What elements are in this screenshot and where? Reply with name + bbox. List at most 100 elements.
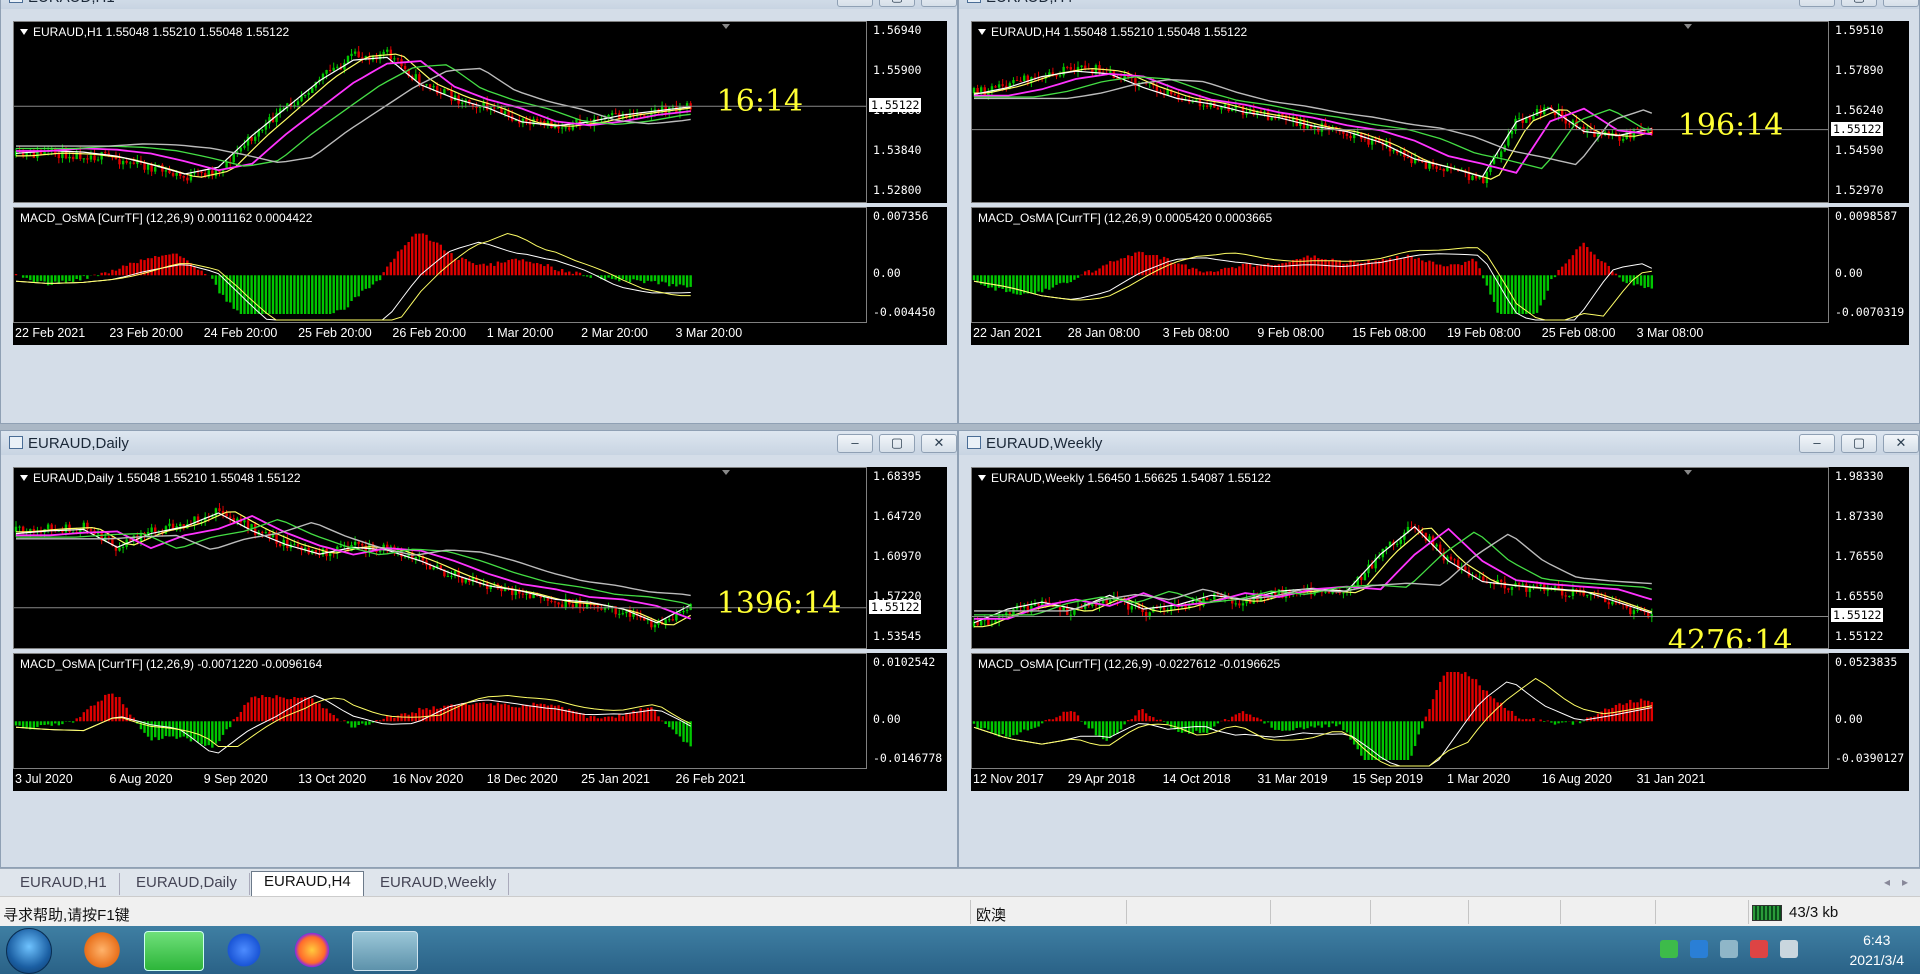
collapse-triangle-icon[interactable] [20, 29, 28, 35]
candle [1618, 598, 1621, 605]
candle [1144, 609, 1148, 622]
window-titlebar[interactable]: EURAUD,H4 – ▢ ✕ [959, 0, 1919, 9]
window-titlebar[interactable]: EURAUD,Weekly – ▢ ✕ [959, 431, 1919, 455]
price-chart[interactable]: EURAUD,Weekly 1.56450 1.56625 1.54087 1.… [971, 467, 1829, 649]
macd-axis[interactable]: 0.007356 0.00 -0.004450 [867, 207, 947, 323]
minimize-button[interactable]: – [837, 434, 873, 453]
maximize-button[interactable]: ▢ [1841, 434, 1877, 453]
start-button-icon[interactable] [6, 928, 52, 974]
macd-bar [296, 275, 300, 314]
tab-euraud-daily[interactable]: EURAUD,Daily [124, 873, 250, 895]
maximize-button[interactable]: ▢ [1841, 0, 1877, 7]
macd-bar [1252, 266, 1255, 276]
time-axis-label: 19 Feb 08:00 [1447, 326, 1521, 340]
macd-bar [161, 721, 164, 739]
time-axis[interactable]: 22 Jan 2021 28 Jan 08:00 3 Feb 08:00 9 Feb … [971, 323, 1909, 345]
macd-indicator-window[interactable]: MACD_OsMA [CurrTF] (12,26,9) 0.0011162 0… [13, 207, 867, 323]
close-button[interactable]: ✕ [921, 0, 957, 7]
macd-bar [1094, 721, 1098, 736]
time-axis[interactable]: 22 Feb 2021 23 Feb 20:00 24 Feb 20:00 25 Fe… [13, 323, 947, 345]
macd-indicator-window[interactable]: MACD_OsMA [CurrTF] (12,26,9) -0.0071220 … [13, 653, 867, 769]
candle [1295, 115, 1298, 127]
tab-euraud-weekly[interactable]: EURAUD,Weekly [368, 873, 510, 895]
macd-bar [1037, 275, 1040, 292]
macd-bar [518, 260, 521, 276]
price-chart[interactable]: EURAUD,H1 1.55048 1.55210 1.55048 1.5512… [13, 21, 867, 203]
macd-bar [1284, 262, 1288, 276]
macd-indicator-window[interactable]: MACD_OsMA [CurrTF] (12,26,9) -0.0227612 … [971, 653, 1829, 769]
collapse-triangle-icon[interactable] [978, 475, 986, 481]
macd-axis[interactable]: 0.0098587 0.00 -0.0070319 [1829, 207, 1909, 323]
macd-axis[interactable]: 0.0523835 0.00 -0.0390127 [1829, 653, 1909, 769]
window-titlebar[interactable]: EURAUD,H1 – ▢ ✕ [1, 0, 957, 9]
candle [1510, 586, 1514, 596]
macd-bar [1575, 720, 1578, 722]
tab-scroll-right-icon[interactable]: ▸ [1902, 875, 1908, 889]
macd-bar [503, 703, 507, 722]
candle [1568, 595, 1571, 598]
macd-bar [378, 720, 382, 722]
signal-tray-icon[interactable] [1780, 940, 1798, 958]
time-axis[interactable]: 12 Nov 2017 29 Apr 2018 14 Oct 2018 31 Mar … [971, 769, 1909, 791]
price-axis[interactable]: 1.59510 1.57890 1.56240 1.54590 1.52970 1.551… [1829, 21, 1909, 203]
macd-bar [1625, 275, 1628, 284]
wechat-tray-icon[interactable] [1660, 940, 1678, 958]
macd-bar [321, 708, 325, 722]
minimize-button[interactable]: – [837, 0, 873, 7]
network-tray-icon[interactable] [1720, 940, 1738, 958]
macd-bar [1639, 275, 1643, 286]
tab-euraud-h4[interactable]: EURAUD,H4 [251, 871, 364, 897]
close-button[interactable]: ✕ [1883, 0, 1919, 7]
macd-axis[interactable]: 0.0102542 0.00 -0.0146778 [867, 653, 947, 769]
macd-bar [997, 721, 1001, 737]
close-button[interactable]: ✕ [1883, 434, 1919, 453]
taskbar-clock[interactable]: 6:43 2021/3/4 [1850, 930, 1905, 970]
window-titlebar[interactable]: EURAUD,Daily – ▢ ✕ [1, 431, 957, 455]
macd-indicator-window[interactable]: MACD_OsMA [CurrTF] (12,26,9) 0.0005420 0… [971, 207, 1829, 323]
collapse-triangle-icon[interactable] [978, 29, 986, 35]
price-axis[interactable]: 1.569401.559001.548801.538401.528001.551… [867, 21, 947, 203]
minimize-button[interactable]: – [1799, 434, 1835, 453]
chart-window-daily[interactable]: EURAUD,Daily – ▢ ✕ EURAUD,Daily 1.55048 1.55… [0, 430, 958, 868]
minimize-button[interactable]: – [1799, 0, 1835, 7]
macd-signal-line [15, 694, 691, 747]
wechat-icon[interactable] [144, 931, 204, 971]
macd-bar [1474, 679, 1478, 722]
tab-euraud-h1[interactable]: EURAUD,H1 [8, 873, 120, 895]
chart-window-h4[interactable]: EURAUD,H4 – ▢ ✕ EURAUD,H4 1.55048 1.55210 1.… [958, 0, 1920, 424]
macd-bar [107, 273, 111, 276]
macd-bar [343, 275, 346, 310]
close-button[interactable]: ✕ [921, 434, 957, 453]
macd-bar [675, 721, 678, 735]
macd-bar [610, 275, 614, 279]
macd-bar [211, 721, 214, 748]
macd-bar [1216, 271, 1220, 276]
time-axis[interactable]: 3 Jul 2020 6 Aug 2020 9 Sep 2020 13 Oct 202… [13, 769, 947, 791]
macd-bar [1618, 275, 1621, 278]
metatrader-icon[interactable] [352, 931, 418, 971]
collapse-triangle-icon[interactable] [20, 475, 28, 481]
volume-tray-icon[interactable] [1750, 940, 1768, 958]
price-axis[interactable]: 1.68395 1.64720 1.60970 1.57220 1.53545 1.551… [867, 467, 947, 649]
tab-scroll-left-icon[interactable]: ◂ [1884, 875, 1890, 889]
time-axis-label: 12 Nov 2017 [973, 772, 1044, 786]
firefox-icon[interactable] [290, 931, 334, 969]
price-axis[interactable]: 1.98330 1.87330 1.76550 1.65550 1.55122 1.551… [1829, 467, 1909, 649]
upload-app-icon[interactable] [80, 931, 124, 969]
price-chart[interactable]: EURAUD,Daily 1.55048 1.55210 1.55048 1.5… [13, 467, 867, 649]
shield-tray-icon[interactable] [1690, 940, 1708, 958]
maximize-button[interactable]: ▢ [879, 434, 915, 453]
macd-bar [1539, 275, 1542, 306]
macd-axis-label: 0.00 [873, 266, 901, 281]
chart-window-icon [967, 0, 981, 3]
chart-window-h1[interactable]: EURAUD,H1 – ▢ ✕ EURAUD,H1 1.55048 1.55210 1.… [0, 0, 958, 424]
macd-bar [1575, 249, 1578, 276]
price-chart[interactable]: EURAUD,H4 1.55048 1.55210 1.55048 1.5512… [971, 21, 1829, 203]
maximize-button[interactable]: ▢ [879, 0, 915, 7]
macd-bar [182, 721, 185, 737]
macd-bar [653, 710, 657, 722]
candle [1582, 124, 1585, 134]
connection-bars-icon [1752, 905, 1782, 921]
feishu-icon[interactable] [222, 931, 266, 969]
chart-window-weekly[interactable]: EURAUD,Weekly – ▢ ✕ EURAUD,Weekly 1.56450 1.… [958, 430, 1920, 868]
